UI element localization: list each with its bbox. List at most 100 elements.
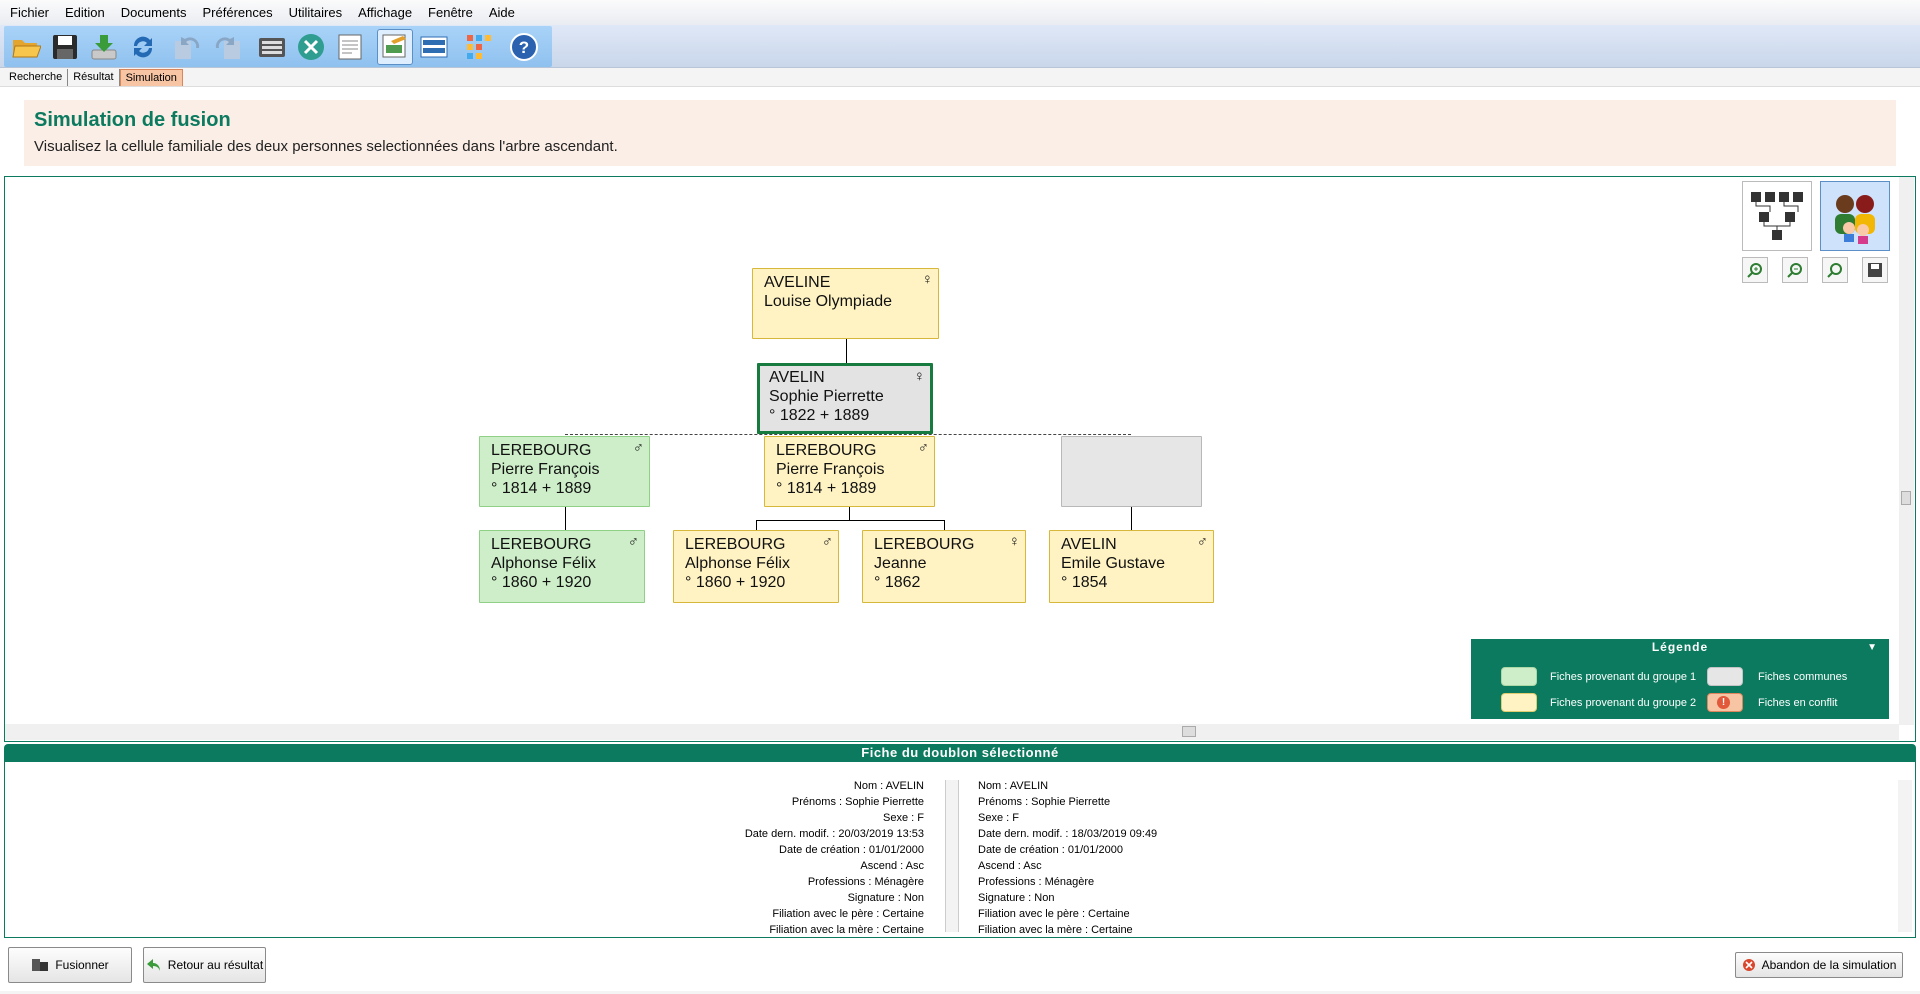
fiche-scrollbar[interactable] — [1898, 780, 1912, 932]
person-surname: AVELINE — [764, 274, 831, 291]
simulation-header: Simulation de fusion Visualisez la cellu… — [24, 100, 1896, 166]
zoom-tools — [1742, 257, 1888, 283]
menu-affichage[interactable]: Affichage — [350, 0, 420, 25]
open-folder-icon[interactable] — [8, 29, 44, 65]
tab-resultat[interactable]: Résultat — [68, 69, 120, 86]
scrollbar-thumb[interactable] — [1182, 726, 1196, 737]
tab-simulation[interactable]: Simulation — [119, 69, 183, 86]
family-view-button[interactable] — [1820, 181, 1890, 251]
person-surname: LEREBOURG — [874, 536, 975, 553]
back-to-result-button[interactable]: Retour au résultat — [143, 947, 266, 983]
person-surname: AVELIN — [769, 369, 825, 386]
menu-bar: Fichier Edition Documents Préférences Ut… — [0, 0, 1920, 25]
svg-text:?: ? — [519, 38, 529, 57]
legend-label-conflict: Fiches en conflit — [1758, 697, 1838, 709]
fiche-right-row: Date dern. modif. : 18/03/2019 09:49 — [978, 828, 1158, 840]
person-surname: LEREBOURG — [491, 442, 592, 459]
person-card-spouse-group1[interactable]: LEREBOURG Pierre François ° 1814 + 1889 … — [479, 436, 650, 507]
fiche-left-row: Prénoms : Sophie Pierrette — [791, 796, 924, 808]
menu-fenetre[interactable]: Fenêtre — [420, 0, 481, 25]
fiche-left-row: Professions : Ménagère — [807, 876, 924, 888]
legend-title[interactable]: Légende ▼ — [1472, 640, 1888, 655]
colors-grid-icon[interactable] — [461, 29, 497, 65]
person-surname: LEREBOURG — [776, 442, 877, 459]
back-button-label: Retour au résultat — [167, 958, 264, 972]
legend-label-common: Fiches communes — [1758, 671, 1848, 683]
merge-button[interactable]: Fusionner — [8, 947, 132, 983]
fiche-left-row: Ascend : Asc — [860, 860, 924, 872]
male-icon: ♂ — [632, 439, 644, 456]
legend-swatch-common — [1707, 667, 1743, 686]
merge-button-label: Fusionner — [55, 958, 109, 972]
save-icon[interactable] — [47, 29, 83, 65]
person-dates: ° 1822 + 1889 — [769, 407, 870, 424]
tree-view-icon — [1751, 192, 1803, 240]
person-given-names: Alphonse Félix — [685, 555, 790, 572]
save-image-icon[interactable] — [1862, 257, 1888, 283]
menu-documents[interactable]: Documents — [113, 0, 195, 25]
male-icon: ♂ — [917, 439, 929, 456]
help-icon[interactable]: ? — [506, 29, 542, 65]
male-icon: ♂ — [1196, 533, 1208, 550]
fiche-splitter[interactable] — [945, 780, 959, 932]
person-card-selected[interactable]: AVELIN Sophie Pierrette ° 1822 + 1889 ♀ — [757, 363, 933, 434]
person-dates: ° 1860 + 1920 — [685, 574, 786, 591]
horizontal-scrollbar[interactable] — [5, 724, 1899, 740]
menu-utilitaires[interactable]: Utilitaires — [281, 0, 350, 25]
abort-button-label: Abandon de la simulation — [1761, 958, 1897, 972]
person-card-child[interactable]: LEREBOURG Alphonse Félix ° 1860 + 1920 ♂ — [673, 530, 839, 603]
person-card-mother[interactable]: AVELINE Louise Olympiade ♀ — [752, 268, 939, 339]
zoom-out-icon[interactable] — [1782, 257, 1808, 283]
family-icon — [1835, 195, 1875, 244]
person-dates: ° 1862 — [874, 574, 921, 591]
person-dates: ° 1814 + 1889 — [776, 480, 877, 497]
person-dates: ° 1860 + 1920 — [491, 574, 592, 591]
person-given-names: Jeanne — [874, 555, 927, 572]
person-card-spouse-group2[interactable]: LEREBOURG Pierre François ° 1814 + 1889 … — [764, 436, 935, 507]
page-subtitle: Visualisez la cellule familiale des deux… — [34, 138, 618, 155]
menu-fichier[interactable]: Fichier — [2, 0, 57, 25]
fiche-right-row: Filiation avec le père : Certaine — [978, 908, 1130, 920]
chevron-down-icon[interactable]: ▼ — [1867, 640, 1878, 655]
connector-line — [565, 507, 566, 530]
tree-view-button[interactable] — [1742, 181, 1812, 251]
redo-icon[interactable] — [209, 29, 245, 65]
person-dates: ° 1814 + 1889 — [491, 480, 592, 497]
person-surname: AVELIN — [1061, 536, 1117, 553]
abort-simulation-button[interactable]: Abandon de la simulation — [1735, 952, 1903, 978]
male-icon: ♂ — [821, 533, 833, 550]
legend-panel: Légende ▼ Fiches provenant du groupe 1 Fi… — [1471, 639, 1889, 719]
download-icon[interactable] — [86, 29, 122, 65]
warning-icon: ! — [1717, 696, 1730, 709]
person-card-child[interactable]: LEREBOURG Jeanne ° 1862 ♀ — [862, 530, 1026, 603]
person-card-empty[interactable] — [1061, 436, 1202, 507]
toolbar-group: ? — [4, 26, 552, 67]
menu-edition[interactable]: Edition — [57, 0, 113, 25]
edit-document-icon[interactable] — [377, 28, 413, 65]
zoom-fit-icon[interactable] — [1822, 257, 1848, 283]
layout-icon[interactable] — [416, 29, 452, 65]
vertical-scrollbar[interactable] — [1899, 177, 1914, 725]
legend-label-group2: Fiches provenant du groupe 2 — [1550, 697, 1697, 709]
person-card-child[interactable]: LEREBOURG Alphonse Félix ° 1860 + 1920 ♂ — [479, 530, 645, 603]
refresh-icon[interactable] — [125, 29, 161, 65]
cancel-icon — [1742, 958, 1756, 972]
zoom-in-icon[interactable] — [1742, 257, 1768, 283]
fiche-left-row: Sexe : F — [883, 812, 924, 824]
connector-line — [756, 520, 757, 530]
person-card-child[interactable]: AVELIN Emile Gustave ° 1854 ♂ — [1049, 530, 1214, 603]
back-arrow-icon — [146, 957, 162, 973]
connector-line — [756, 520, 944, 521]
menu-preferences[interactable]: Préférences — [195, 0, 281, 25]
tab-recherche[interactable]: Recherche — [4, 69, 69, 86]
keyboard-icon[interactable] — [254, 29, 290, 65]
person-surname: LEREBOURG — [491, 536, 592, 553]
fiche-right-row: Ascend : Asc — [978, 860, 1042, 872]
menu-aide[interactable]: Aide — [481, 0, 523, 25]
fiche-right-row: Nom : AVELIN — [978, 780, 1049, 792]
person-given-names: Sophie Pierrette — [769, 388, 884, 405]
scrollbar-thumb[interactable] — [1901, 491, 1911, 505]
document-icon[interactable] — [332, 29, 368, 65]
tools-icon[interactable] — [293, 29, 329, 65]
undo-icon[interactable] — [170, 29, 206, 65]
